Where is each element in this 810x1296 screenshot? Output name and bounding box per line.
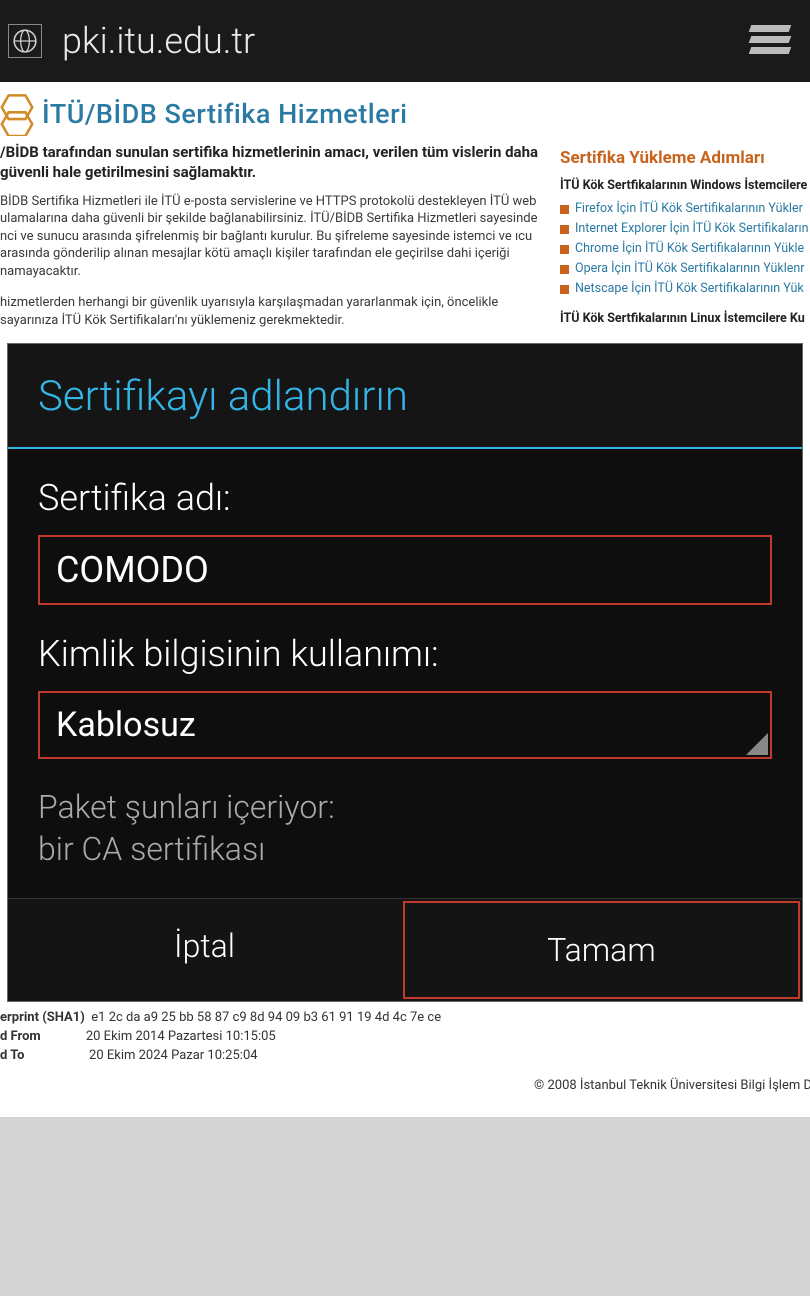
- dialog-title: Sertifikayı adlandırın: [8, 344, 802, 447]
- link-text: Netscape İçin İTÜ Kök Sertifikalarının Y…: [575, 279, 804, 299]
- globe-icon-box[interactable]: [8, 24, 42, 58]
- steps-linux-sub: İTÜ Kök Sertfikalarının Linux İstemciler…: [560, 311, 810, 326]
- valid-to-label: d To: [0, 1047, 25, 1066]
- bullet-icon: [560, 265, 569, 274]
- link-text: Opera İçin İTÜ Kök Sertifikalarının Yükl…: [575, 259, 805, 279]
- browser-topbar: pki.itu.edu.tr: [0, 0, 810, 82]
- link-opera[interactable]: Opera İçin İTÜ Kök Sertifikalarının Yükl…: [560, 259, 810, 279]
- hex-logo-icon: [0, 92, 34, 136]
- usage-label: Kimlik bilgisinin kullanımı:: [38, 633, 772, 675]
- bullet-icon: [560, 245, 569, 254]
- dialog-body: Sertifika adı: Kimlik bilgisinin kullanı…: [8, 449, 802, 898]
- package-item: bir CA sertifikası: [38, 829, 772, 871]
- fingerprint-sha1-label: erprint (SHA1): [0, 1009, 85, 1028]
- bullet-icon: [560, 225, 569, 234]
- dialog-button-row: İptal Tamam: [8, 898, 802, 1001]
- intro-heading: /BİDB tarafından sunulan sertifika hizme…: [0, 142, 540, 183]
- globe-icon: [12, 28, 38, 54]
- link-text: Firefox İçin İTÜ Kök Sertifikalarının Yü…: [575, 199, 803, 219]
- valid-from-value: 20 Ekim 2014 Pazartesi 10:15:05: [86, 1029, 276, 1044]
- intro-paragraph-1: BİDB Sertifika Hizmetleri ile İTÜ e-post…: [0, 193, 540, 281]
- link-ie[interactable]: Internet Explorer İçin İTÜ Kök Sertifika…: [560, 219, 810, 239]
- tabs-icon[interactable]: [750, 25, 790, 58]
- valid-from-label: d From: [0, 1028, 41, 1047]
- cert-name-label: Sertifika adı:: [38, 477, 772, 519]
- logo-text: İTÜ/BİDB Sertifika Hizmetleri: [42, 98, 408, 130]
- link-chrome[interactable]: Chrome İçin İTÜ Kök Sertifikalarının Yük…: [560, 239, 810, 259]
- fingerprint-sha1-value: e1 2c da a9 25 bb 58 87 c9 8d 94 09 b3 6…: [91, 1010, 441, 1025]
- certificate-details: erprint (SHA1) e1 2c da a9 25 bb 58 87 c…: [0, 1009, 540, 1066]
- name-certificate-dialog: Sertifikayı adlandırın Sertifika adı: Ki…: [8, 344, 802, 1001]
- bullet-icon: [560, 205, 569, 214]
- package-heading: Paket şunları içeriyor:: [38, 787, 772, 829]
- page-logo: İTÜ/BİDB Sertifika Hizmetleri: [0, 82, 810, 142]
- link-text: Chrome İçin İTÜ Kök Sertifikalarının Yük…: [575, 239, 804, 259]
- link-text: Internet Explorer İçin İTÜ Kök Sertifika…: [575, 219, 809, 239]
- usage-selected-value: Kablosuz: [56, 705, 196, 745]
- intro-paragraph-2: hizmetlerden herhangi bir güvenlik uyarı…: [0, 294, 540, 329]
- ok-button[interactable]: Tamam: [403, 901, 800, 999]
- package-info: Paket şunları içeriyor: bir CA sertifika…: [38, 787, 772, 870]
- link-firefox[interactable]: Firefox İçin İTÜ Kök Sertifikalarının Yü…: [560, 199, 810, 219]
- steps-title: Sertifika Yükleme Adımları: [560, 148, 810, 168]
- link-netscape[interactable]: Netscape İçin İTÜ Kök Sertifikalarının Y…: [560, 279, 810, 299]
- cert-name-input[interactable]: [38, 535, 772, 605]
- valid-to-value: 20 Ekim 2024 Pazar 10:25:04: [89, 1048, 258, 1063]
- bullet-icon: [560, 285, 569, 294]
- steps-windows-sub: İTÜ Kök Sertfikalarının Windows İstemcil…: [560, 178, 810, 193]
- page-footer: © 2008 İstanbul Teknik Üniversitesi Bilg…: [0, 1066, 810, 1105]
- url-bar[interactable]: pki.itu.edu.tr: [62, 20, 750, 62]
- usage-dropdown[interactable]: Kablosuz: [38, 691, 772, 759]
- cancel-button[interactable]: İptal: [8, 899, 401, 1001]
